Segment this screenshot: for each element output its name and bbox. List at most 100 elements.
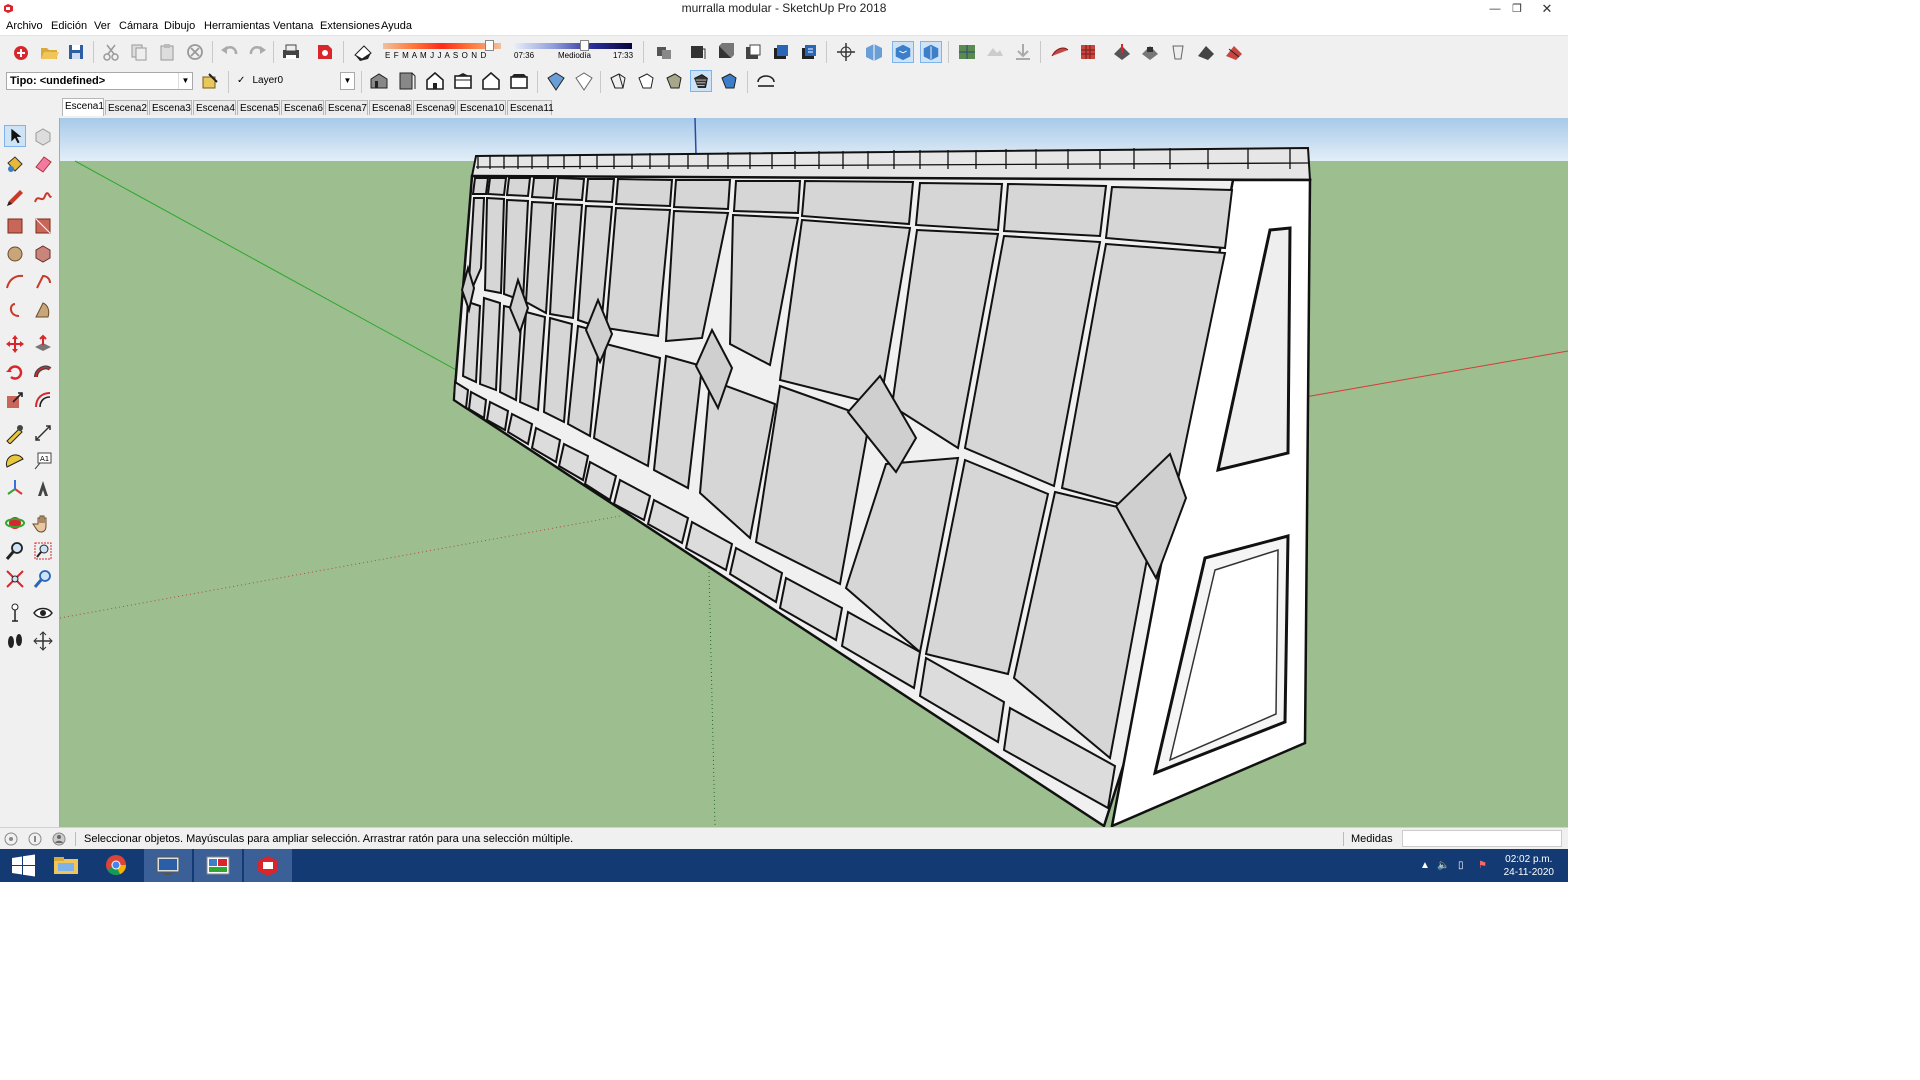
- three-point-arc-icon[interactable]: [4, 299, 26, 321]
- shadow-month-gradient[interactable]: [383, 43, 501, 49]
- components-icon[interactable]: [653, 41, 675, 63]
- windows-start-icon[interactable]: [0, 849, 48, 882]
- tab-escena2[interactable]: Escena2: [105, 100, 148, 115]
- axes-icon[interactable]: [4, 478, 26, 500]
- materials-icon[interactable]: [714, 41, 736, 63]
- text-icon[interactable]: A1: [32, 450, 54, 472]
- paint-entity-icon[interactable]: [199, 70, 221, 92]
- arc-icon[interactable]: [4, 271, 26, 293]
- back-edges-icon[interactable]: [573, 70, 595, 92]
- tab-escena1[interactable]: Escena1: [62, 98, 104, 116]
- rectangle-icon[interactable]: [4, 215, 26, 237]
- section-display-icon[interactable]: [892, 41, 914, 63]
- erase-selection-icon[interactable]: [184, 41, 206, 63]
- iso-view-icon[interactable]: [368, 70, 390, 92]
- select-arrow-icon[interactable]: [4, 125, 26, 147]
- new-model-icon[interactable]: [10, 41, 32, 63]
- tab-escena5[interactable]: Escena5: [237, 100, 280, 115]
- time-slider-handle[interactable]: [580, 40, 589, 51]
- print-icon[interactable]: [280, 41, 302, 63]
- offset-icon[interactable]: [32, 389, 54, 411]
- protractor-icon[interactable]: [4, 450, 26, 472]
- follow-me-icon[interactable]: [32, 361, 54, 383]
- open-folder-icon[interactable]: [38, 41, 60, 63]
- xray-icon[interactable]: [545, 70, 567, 92]
- chrome-icon[interactable]: [92, 849, 140, 882]
- network-icon[interactable]: ▯: [1458, 860, 1464, 871]
- left-view-icon[interactable]: [508, 70, 530, 92]
- model-viewport[interactable]: [60, 118, 1568, 827]
- scene-canvas[interactable]: [60, 118, 1568, 827]
- taskbar-clock[interactable]: 02:02 p.m. 24-11-2020: [1504, 853, 1554, 879]
- shaded-icon[interactable]: [663, 70, 685, 92]
- tab-escena7[interactable]: Escena7: [325, 100, 368, 115]
- 3d-text-icon[interactable]: [32, 478, 54, 500]
- layers-icon[interactable]: [770, 41, 792, 63]
- menu-extensiones[interactable]: Extensiones: [320, 20, 380, 32]
- tray-expand-icon[interactable]: ▲: [1420, 860, 1430, 871]
- scenes-icon[interactable]: [798, 41, 820, 63]
- dimension-icon[interactable]: [32, 422, 54, 444]
- user-account-icon[interactable]: [52, 832, 66, 846]
- section-fill-icon[interactable]: [920, 41, 942, 63]
- sandbox-contours-icon[interactable]: [1049, 41, 1071, 63]
- orbit-icon[interactable]: [4, 512, 26, 534]
- rotate-icon[interactable]: [4, 361, 26, 383]
- undo-icon[interactable]: [219, 41, 241, 63]
- menu-dibujo[interactable]: Dibujo: [164, 20, 195, 32]
- close-icon[interactable]: ✕: [1536, 0, 1558, 18]
- wireframe-icon[interactable]: [607, 70, 629, 92]
- rotated-rectangle-icon[interactable]: [32, 215, 54, 237]
- image-viewer-icon[interactable]: [194, 849, 242, 882]
- styles-icon[interactable]: [742, 41, 764, 63]
- zoom-extents-icon[interactable]: [4, 568, 26, 590]
- copy-icon[interactable]: [128, 41, 150, 63]
- previous-view-icon[interactable]: [32, 568, 54, 590]
- add-location-icon[interactable]: [956, 41, 978, 63]
- flag-alert-icon[interactable]: ⚑: [1478, 860, 1487, 871]
- tab-escena4[interactable]: Escena4: [193, 100, 236, 115]
- top-view-icon[interactable]: [396, 70, 418, 92]
- speaker-icon[interactable]: 🔈: [1437, 860, 1449, 871]
- scale-icon[interactable]: [4, 389, 26, 411]
- measurements-input[interactable]: [1402, 830, 1562, 847]
- credits-icon[interactable]: [28, 832, 42, 846]
- tab-escena8[interactable]: Escena8: [369, 100, 412, 115]
- polygon-icon[interactable]: [32, 243, 54, 265]
- walk-footprints-icon[interactable]: [4, 630, 26, 652]
- look-around-icon[interactable]: [32, 602, 54, 624]
- layer-select[interactable]: ✓ Layer0 ▼: [234, 72, 355, 90]
- menu-ayuda[interactable]: Ayuda: [381, 20, 412, 32]
- make-component-icon[interactable]: [32, 125, 54, 147]
- menu-ventana[interactable]: Ventana: [273, 20, 313, 32]
- tape-measure-icon[interactable]: [4, 422, 26, 444]
- shadow-time-gradient[interactable]: [514, 43, 632, 49]
- redo-icon[interactable]: [246, 41, 268, 63]
- sketchup-taskbar-icon[interactable]: [244, 849, 292, 882]
- shaded-with-textures-icon[interactable]: [690, 70, 712, 92]
- photo-texture-icon[interactable]: [1012, 41, 1034, 63]
- position-camera-icon[interactable]: [4, 602, 26, 624]
- zoom-icon[interactable]: [4, 540, 26, 562]
- menu-herramientas[interactable]: Herramientas: [204, 20, 270, 32]
- save-icon[interactable]: [65, 41, 87, 63]
- dimensions-arc-icon[interactable]: [755, 70, 777, 92]
- menu-camara[interactable]: Cámara: [119, 20, 158, 32]
- stamp-icon[interactable]: [1139, 41, 1161, 63]
- add-detail-icon[interactable]: [1195, 41, 1217, 63]
- section-cut-icon[interactable]: [863, 41, 885, 63]
- smoove-icon[interactable]: [1111, 41, 1133, 63]
- minimize-icon[interactable]: —: [1484, 0, 1506, 18]
- entity-type-select[interactable]: Tipo: <undefined> ▼: [6, 72, 193, 90]
- remote-desktop-icon[interactable]: [144, 849, 192, 882]
- pie-icon[interactable]: [32, 299, 54, 321]
- front-view-icon[interactable]: [424, 70, 446, 92]
- menu-archivo[interactable]: Archivo: [6, 20, 43, 32]
- eraser-icon[interactable]: [32, 153, 54, 175]
- flip-edge-icon[interactable]: [1223, 41, 1245, 63]
- drape-icon[interactable]: [1167, 41, 1189, 63]
- monochrome-icon[interactable]: [718, 70, 740, 92]
- cut-icon[interactable]: [100, 41, 122, 63]
- restore-icon[interactable]: ❐: [1506, 0, 1528, 18]
- freehand-icon[interactable]: [32, 187, 54, 209]
